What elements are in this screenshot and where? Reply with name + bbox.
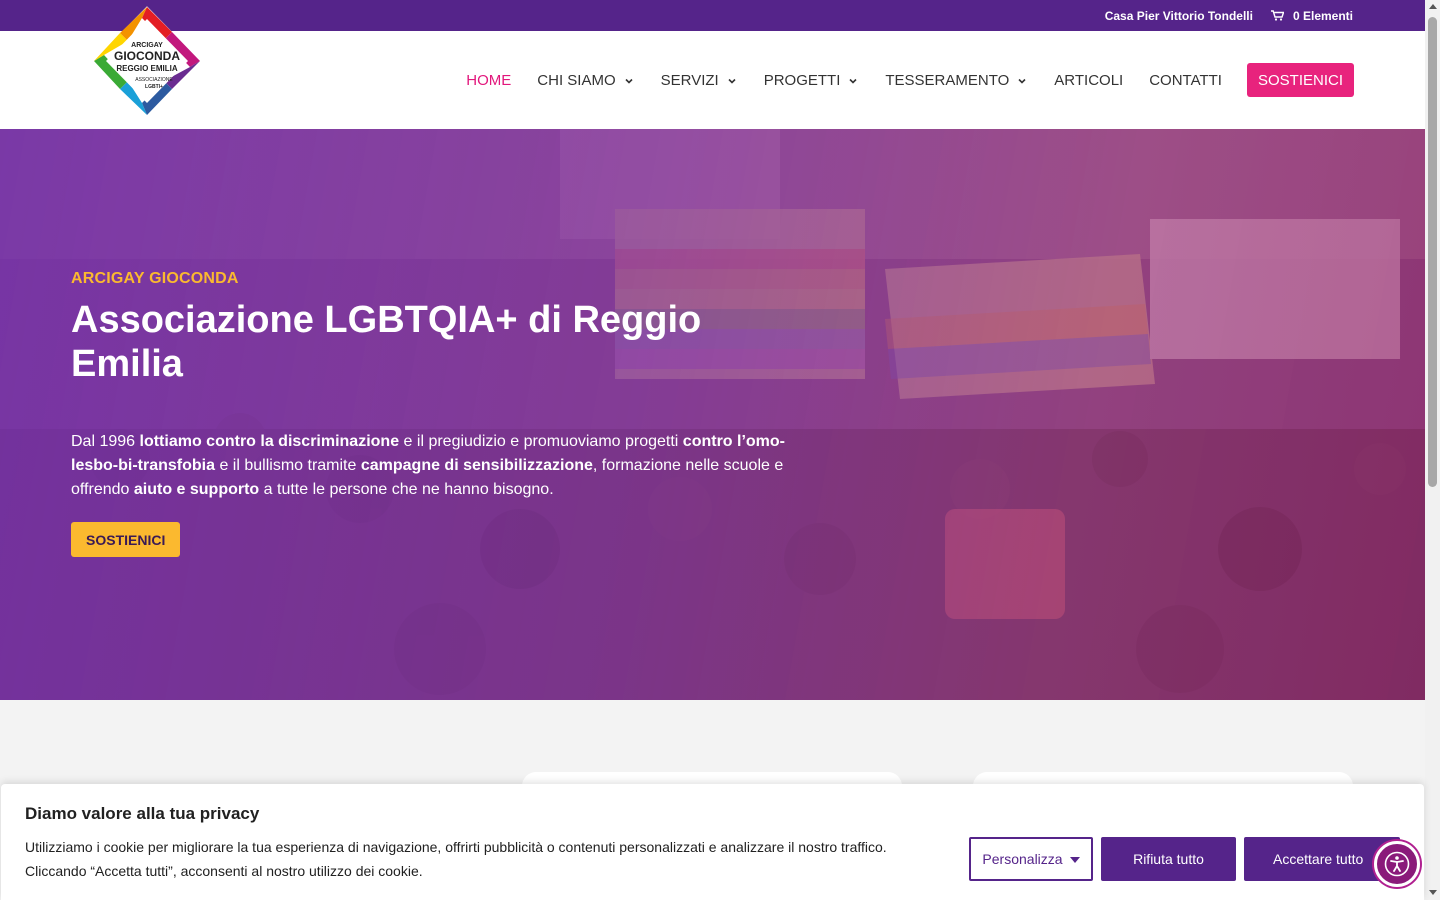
chevron-down-icon bbox=[623, 74, 635, 86]
hero-desc-bold-1: lottiamo contro la discriminazione bbox=[139, 433, 400, 450]
chevron-down-icon bbox=[1016, 74, 1028, 86]
nav-item-label: PROGETTI bbox=[763, 71, 841, 89]
hero-content: ARCIGAY GIOCONDA Associazione LGBTQIA+ d… bbox=[71, 270, 831, 557]
cookie-title: Diamo valore alla tua privacy bbox=[25, 804, 260, 823]
cart-link[interactable]: 0 Elementi bbox=[1270, 8, 1353, 23]
cookie-banner: Diamo valore alla tua privacy Utilizziam… bbox=[1, 784, 1424, 900]
cookie-customize-label: Personalizza bbox=[982, 851, 1063, 867]
accessibility-icon bbox=[1384, 851, 1410, 877]
hero-desc-text-2: e il pregiudizio e promuoviamo progetti bbox=[399, 433, 683, 450]
cookie-reject-button[interactable]: Rifiuta tutto bbox=[1101, 837, 1236, 881]
logo-line4: ASSOCIAZIONE bbox=[135, 77, 173, 83]
nav-item-label: CONTATTI bbox=[1149, 71, 1222, 89]
location-link[interactable]: Casa Pier Vittorio Tondelli bbox=[1105, 9, 1253, 23]
main-nav: HOME CHI SIAMO SERVIZI PROGETTI TESSERAMENTO… bbox=[466, 63, 1354, 97]
nav-item-label: HOME bbox=[466, 71, 512, 89]
cart-icon bbox=[1270, 10, 1285, 21]
logo-line2: GIOCONDA bbox=[114, 49, 180, 63]
nav-item-label: CHI SIAMO bbox=[537, 71, 616, 89]
top-bar: Casa Pier Vittorio Tondelli 0 Elementi bbox=[0, 0, 1425, 31]
nav-item-label: SERVIZI bbox=[660, 71, 719, 89]
hero-support-button[interactable]: SOSTIENICI bbox=[71, 522, 181, 557]
top-bar-links: Casa Pier Vittorio Tondelli 0 Elementi bbox=[1105, 0, 1353, 31]
accessibility-button[interactable] bbox=[1374, 841, 1420, 887]
nav-item-home[interactable]: HOME bbox=[466, 72, 511, 89]
logo-line5: LGBTI+ bbox=[145, 84, 163, 90]
scroll-up-arrow-icon[interactable] bbox=[1429, 4, 1437, 9]
site-logo[interactable]: ARCIGAY GIOCONDA REGGIO EMILIA ASSOCIAZI… bbox=[92, 5, 202, 117]
nav-item-label: ARTICOLI bbox=[1054, 71, 1124, 89]
nav-item-chi-siamo[interactable]: CHI SIAMO bbox=[537, 72, 634, 89]
hero-desc-text-5: a tutte le persone che ne hanno bisogno. bbox=[259, 481, 554, 498]
logo-line3: REGGIO EMILIA bbox=[116, 64, 178, 73]
hero-desc-bold-4: aiuto e supporto bbox=[133, 481, 260, 498]
scroll-down-arrow-icon[interactable] bbox=[1429, 890, 1437, 895]
nav-item-progetti[interactable]: PROGETTI bbox=[764, 72, 860, 89]
cookie-text: Utilizziamo i cookie per migliorare la t… bbox=[25, 839, 887, 879]
nav-support-button[interactable]: SOSTIENICI bbox=[1246, 63, 1354, 97]
logo-line1: ARCIGAY bbox=[131, 42, 163, 49]
chevron-down-icon bbox=[726, 74, 738, 86]
nav-item-label: TESSERAMENTO bbox=[885, 71, 1010, 89]
page-scrollbar[interactable] bbox=[1425, 0, 1440, 900]
hero-eyebrow: ARCIGAY GIOCONDA bbox=[71, 270, 239, 287]
cart-label: 0 Elementi bbox=[1292, 8, 1353, 23]
hero-desc-text-3: e il bullismo tramite bbox=[215, 457, 361, 474]
nav-item-servizi[interactable]: SERVIZI bbox=[661, 72, 738, 89]
scroll-thumb[interactable] bbox=[1428, 17, 1437, 487]
nav-item-tesseramento[interactable]: TESSERAMENTO bbox=[885, 72, 1028, 89]
site-header: ARCIGAY GIOCONDA REGGIO EMILIA ASSOCIAZI… bbox=[0, 6, 1425, 129]
hero-desc-bold-3: campagne di sensibilizzazione bbox=[360, 457, 593, 474]
hero-section: ARCIGAY GIOCONDA Associazione LGBTQIA+ d… bbox=[0, 129, 1425, 700]
hero-desc-text-1: Dal 1996 bbox=[71, 433, 140, 450]
nav-item-contatti[interactable]: CONTATTI bbox=[1149, 72, 1222, 89]
caret-down-icon bbox=[1069, 857, 1080, 863]
nav-item-articoli[interactable]: ARTICOLI bbox=[1054, 72, 1123, 89]
hero-description: Dal 1996 lottiamo contro la discriminazi… bbox=[71, 430, 811, 502]
chevron-down-icon bbox=[847, 74, 859, 86]
hero-title: Associazione LGBTQIA+ di Reggio Emilia bbox=[71, 299, 702, 385]
cookie-customize-button[interactable]: Personalizza bbox=[969, 837, 1093, 881]
